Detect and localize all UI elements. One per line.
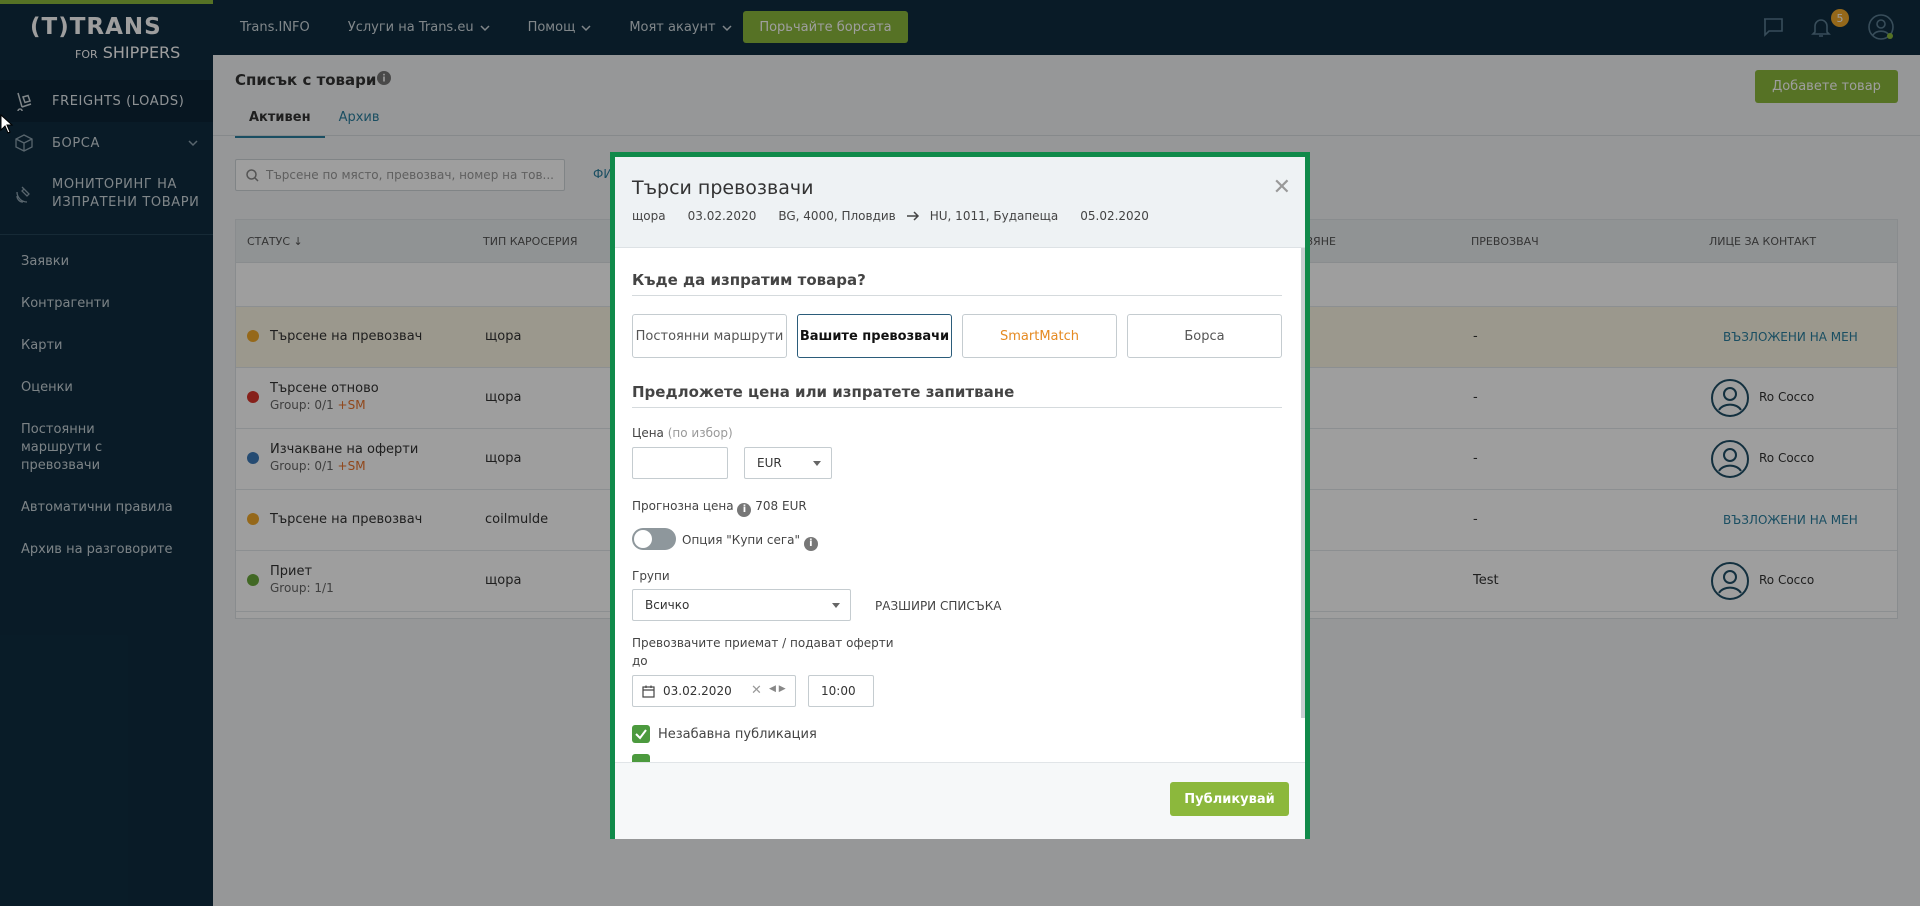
forecast-price: Прогнозна цена i 708 EUR (632, 499, 807, 517)
currency-value: EUR (757, 456, 782, 470)
route-date-from: 03.02.2020 (687, 209, 757, 223)
forecast-label: Прогнозна цена (632, 499, 734, 513)
buy-now-text: Опция "Купи сега" (682, 533, 801, 547)
calendar-icon (642, 685, 655, 698)
info-icon[interactable]: i (803, 537, 818, 551)
deadline-date-picker[interactable]: 03.02.2020 ✕ ◀ ▶ (632, 675, 796, 707)
deadline-label-line2: до (632, 654, 648, 668)
deadline-label-line1: Превозвачите приемат / подават оферти (632, 636, 894, 650)
groups-value: Всичко (645, 598, 690, 612)
mouse-cursor-icon (0, 114, 14, 134)
route-body-type: щора (632, 209, 666, 223)
info-icon[interactable]: i (737, 503, 752, 517)
prev-next-arrows-icon[interactable]: ◀ ▶ (769, 684, 786, 694)
option-smartmatch[interactable]: SmartMatch (962, 314, 1117, 358)
modal-scrollbar[interactable] (1301, 248, 1305, 718)
price-label-text: Цена (632, 426, 664, 440)
price-label: Цена (по избор) (632, 426, 733, 440)
buy-now-toggle[interactable] (632, 528, 676, 550)
modal-title: Търси превозвачи (632, 177, 814, 199)
option-permanent-routes[interactable]: Постоянни маршрути (632, 314, 787, 358)
close-icon[interactable]: ✕ (1273, 175, 1291, 200)
expand-list-link[interactable]: РАЗШИРИ СПИСЪКА (875, 599, 1001, 613)
find-carriers-modal: Търси превозвачи ✕ щора 03.02.2020 BG, 4… (610, 152, 1310, 839)
route-to: HU, 1011, Будапеща (929, 209, 1059, 223)
immediate-publish-checkbox[interactable] (632, 725, 650, 743)
section-where-to-send: Къде да изпратим товара? (632, 271, 866, 289)
section-price: Предложете цена или изпратете запитване (632, 383, 1015, 401)
arrow-right-icon (906, 211, 919, 221)
currency-select[interactable]: EUR (744, 447, 832, 479)
deadline-label: Превозвачите приемат / подават оферти до (632, 634, 894, 670)
option-exchange[interactable]: Борса (1127, 314, 1282, 358)
modal-footer: Публикувай (615, 762, 1305, 839)
groups-label: Групи (632, 569, 670, 583)
caret-down-icon (813, 461, 821, 466)
partial-checkbox[interactable] (632, 754, 650, 762)
section-divider (632, 407, 1282, 408)
forecast-value: 708 EUR (755, 499, 807, 513)
publish-button[interactable]: Публикувай (1170, 782, 1289, 816)
checkmark-icon (635, 729, 647, 740)
modal-header: Търси превозвачи ✕ щора 03.02.2020 BG, 4… (615, 157, 1305, 248)
groups-select[interactable]: Всичко (632, 589, 851, 621)
option-your-carriers[interactable]: Вашите превозвачи (797, 314, 952, 358)
section-divider (632, 295, 1282, 296)
modal-body: Къде да изпратим товара? Постоянни маршр… (615, 248, 1305, 762)
price-optional: (по избор) (667, 426, 733, 440)
price-input[interactable] (632, 447, 728, 479)
deadline-date-value: 03.02.2020 (663, 684, 732, 698)
immediate-publish-label: Незабавна публикация (658, 727, 817, 742)
route-summary: щора 03.02.2020 BG, 4000, Пловдив HU, 10… (632, 209, 1149, 223)
deadline-time-input[interactable]: 10:00 (808, 675, 874, 707)
caret-down-icon (832, 603, 840, 608)
buy-now-label: Опция "Купи сега" i (682, 533, 818, 551)
route-from: BG, 4000, Пловдив (778, 209, 896, 223)
route-date-to: 05.02.2020 (1080, 209, 1149, 223)
toggle-knob (634, 530, 652, 548)
clear-icon[interactable]: ✕ (751, 683, 762, 698)
